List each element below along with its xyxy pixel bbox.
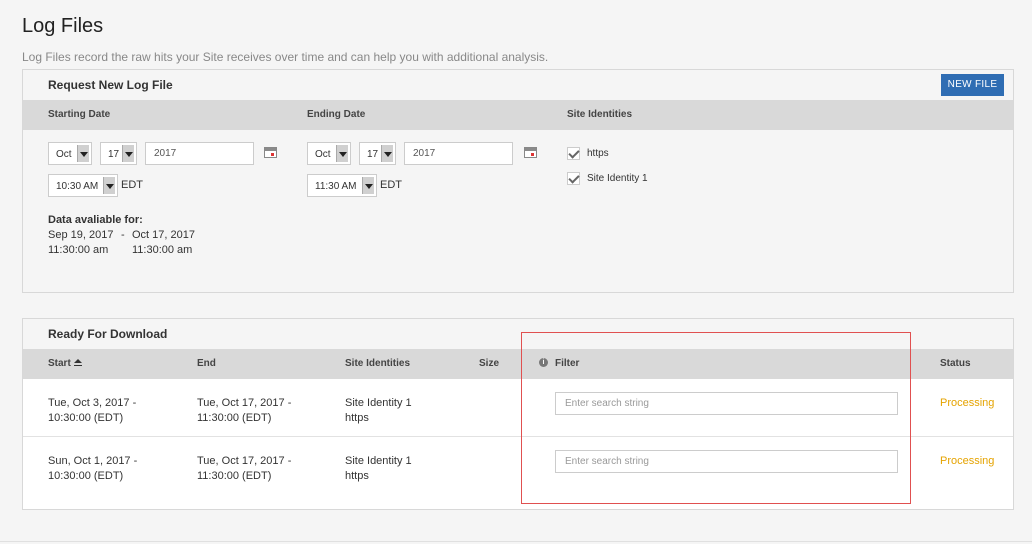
filter-highlight-box (521, 332, 911, 504)
availability-separator: - (121, 229, 125, 241)
request-panel-header: Request New Log File NEW FILE (23, 70, 1013, 100)
end-year-input[interactable]: 2017 (404, 142, 513, 165)
dropdown-arrow-icon (122, 145, 134, 162)
start-year-input[interactable]: 2017 (145, 142, 254, 165)
row-1-end: Tue, Oct 17, 2017 - 11:30:00 (EDT) (197, 396, 291, 426)
row-2-start-line1: Sun, Oct 1, 2017 - (48, 455, 138, 467)
request-columns-bar: Starting Date Ending Date Site Identitie… (23, 100, 1013, 130)
availability-label: Data avaliable for: (48, 214, 143, 226)
row-2-identities: Site Identity 1 https (345, 454, 412, 484)
end-month-value: Oct (315, 149, 331, 160)
page-description: Log Files record the raw hits your Site … (22, 50, 549, 64)
row-1-start-line1: Tue, Oct 3, 2017 - (48, 397, 137, 409)
identity-site-1-label: Site Identity 1 (587, 173, 648, 184)
dropdown-arrow-icon (381, 145, 393, 162)
calendar-icon[interactable] (264, 147, 277, 158)
row-2-status: Processing (940, 455, 995, 467)
end-time-value: 11:30 AM (315, 181, 357, 192)
column-size: Size (479, 358, 500, 369)
column-end: End (197, 358, 216, 369)
site-identities-label: Site Identities (567, 109, 633, 120)
request-panel-title: Request New Log File (48, 78, 173, 92)
start-day-value: 17 (108, 149, 120, 160)
row-2-end-line2: 11:30:00 (EDT) (197, 470, 272, 482)
column-start[interactable]: Start (48, 358, 71, 369)
starting-date-label: Starting Date (48, 109, 111, 120)
start-day-select[interactable]: 17 (100, 142, 137, 165)
end-day-select[interactable]: 17 (359, 142, 396, 165)
start-month-value: Oct (56, 149, 72, 160)
row-1-status: Processing (940, 397, 995, 409)
start-time-select[interactable]: 10:30 AM (48, 174, 118, 197)
availability-to-time: 11:30:00 am (132, 244, 193, 256)
availability-from-date: Sep 19, 2017 (48, 229, 114, 241)
end-time-select[interactable]: 11:30 AM (307, 174, 377, 197)
row-1-start: Tue, Oct 3, 2017 - 10:30:00 (EDT) (48, 396, 136, 426)
row-2-identity-1: Site Identity 1 (345, 455, 412, 467)
page-bottom-divider (0, 541, 1032, 542)
sort-ascending-icon[interactable] (74, 359, 82, 369)
identity-https-label: https (587, 148, 609, 159)
end-month-select[interactable]: Oct (307, 142, 351, 165)
identity-https-checkbox[interactable] (567, 147, 580, 160)
row-1-identity-2: https (345, 412, 369, 424)
end-timezone: EDT (380, 179, 402, 191)
new-file-button[interactable]: NEW FILE (941, 74, 1004, 96)
row-2-start-line2: 10:30:00 (EDT) (48, 470, 124, 482)
row-2-end: Tue, Oct 17, 2017 - 11:30:00 (EDT) (197, 454, 291, 484)
row-1-start-line2: 10:30:00 (EDT) (48, 412, 124, 424)
identity-site-1-checkbox[interactable] (567, 172, 580, 185)
ending-date-label: Ending Date (307, 109, 366, 120)
calendar-icon[interactable] (524, 147, 537, 158)
column-status: Status (940, 358, 971, 369)
dropdown-arrow-icon (103, 177, 115, 194)
end-day-value: 17 (367, 149, 379, 160)
availability-to-date: Oct 17, 2017 (132, 229, 195, 241)
start-month-select[interactable]: Oct (48, 142, 92, 165)
row-2-start: Sun, Oct 1, 2017 - 10:30:00 (EDT) (48, 454, 137, 484)
row-1-end-line2: 11:30:00 (EDT) (197, 412, 272, 424)
row-1-end-line1: Tue, Oct 17, 2017 - (197, 397, 292, 409)
availability-from-time: 11:30:00 am (48, 244, 109, 256)
start-timezone: EDT (121, 179, 143, 191)
download-panel-title: Ready For Download (48, 327, 168, 341)
row-2-end-line1: Tue, Oct 17, 2017 - (197, 455, 292, 467)
request-log-panel: Request New Log File NEW FILE Starting D… (22, 69, 1014, 293)
row-1-identity-1: Site Identity 1 (345, 397, 412, 409)
dropdown-arrow-icon (336, 145, 348, 162)
column-site-identities: Site Identities (345, 358, 411, 369)
start-time-value: 10:30 AM (56, 181, 99, 192)
row-1-identities: Site Identity 1 https (345, 396, 412, 426)
dropdown-arrow-icon (77, 145, 89, 162)
page-title: Log Files (22, 15, 104, 37)
dropdown-arrow-icon (362, 177, 374, 194)
row-2-identity-2: https (345, 470, 369, 482)
